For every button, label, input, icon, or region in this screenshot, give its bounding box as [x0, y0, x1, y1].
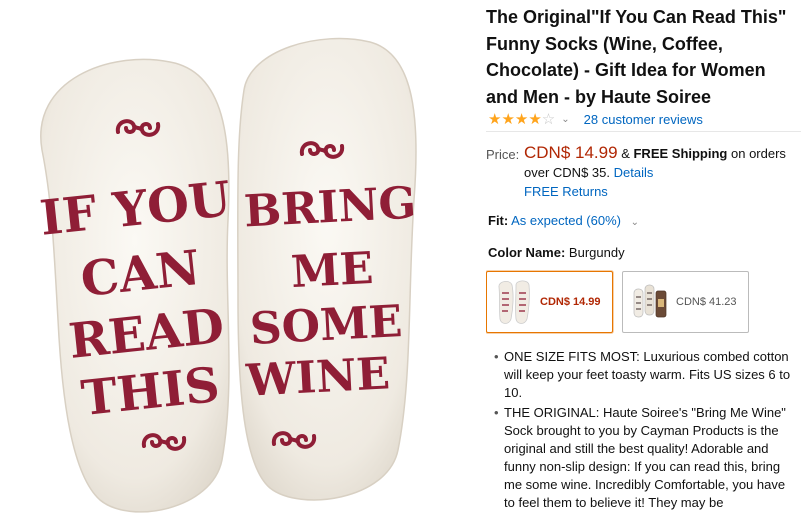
product-image-panel[interactable]: IF YOU CAN READ THIS BRING ME SOME WINE — [0, 0, 474, 524]
chevron-down-icon[interactable]: ⌄ — [631, 217, 639, 228]
product-details-panel: The Original"If You Can Read This" Funny… — [486, 0, 801, 524]
shipping-details-link[interactable]: Details — [614, 165, 654, 180]
star-rating-icon[interactable]: ★★★★☆ — [488, 112, 555, 127]
feature-bullet: THE ORIGINAL: Haute Soiree's "Bring Me W… — [494, 404, 799, 512]
product-image[interactable]: IF YOU CAN READ THIS BRING ME SOME WINE — [0, 0, 474, 524]
right-sock-line-2: ME — [290, 243, 375, 298]
price-body: CDN$ 14.99 & FREE Shipping on orders ove… — [524, 143, 801, 201]
product-title: The Original"If You Can Read This" Funny… — [486, 7, 787, 107]
color-name-label: Color Name: — [488, 245, 566, 260]
burgundy-socks-thumbnail-icon — [498, 280, 530, 324]
free-shipping-text: FREE Shipping — [633, 146, 728, 161]
swatch-price: CDN$ 14.99 — [540, 296, 601, 308]
price-label: Price: — [486, 147, 520, 162]
feature-bullets: ONE SIZE FITS MOST: Luxurious combed cot… — [494, 348, 799, 514]
fit-value-link[interactable]: As expected (60%) — [511, 213, 621, 228]
customer-reviews-link[interactable]: 28 customer reviews — [584, 112, 703, 127]
divider — [486, 131, 801, 132]
price-amp: & — [621, 146, 630, 161]
right-sock-line-1: BRING — [243, 178, 418, 238]
socks-set-thumbnail-icon — [633, 284, 667, 318]
fit-row: Fit: As expected (60%) ⌄ — [488, 213, 639, 228]
rating-row: ★★★★☆ ⌄ 28 customer reviews — [488, 110, 703, 128]
color-swatch-set[interactable]: CDN$ 41.23 — [622, 271, 749, 333]
fit-label: Fit: — [488, 213, 509, 228]
free-returns-link[interactable]: FREE Returns — [524, 184, 608, 199]
color-name-value: Burgundy — [568, 245, 625, 260]
price-value: CDN$ 14.99 — [524, 143, 618, 162]
swatch-price: CDN$ 41.23 — [676, 296, 737, 308]
right-sock-line-3: SOME — [249, 296, 404, 355]
chevron-down-icon[interactable]: ⌄ — [561, 114, 569, 125]
right-sock-line-4: WINE — [244, 348, 391, 407]
feature-bullet: ONE SIZE FITS MOST: Luxurious combed cot… — [494, 348, 799, 402]
color-row: Color Name: Burgundy — [488, 245, 625, 260]
color-swatch-burgundy[interactable]: CDN$ 14.99 — [486, 271, 613, 333]
